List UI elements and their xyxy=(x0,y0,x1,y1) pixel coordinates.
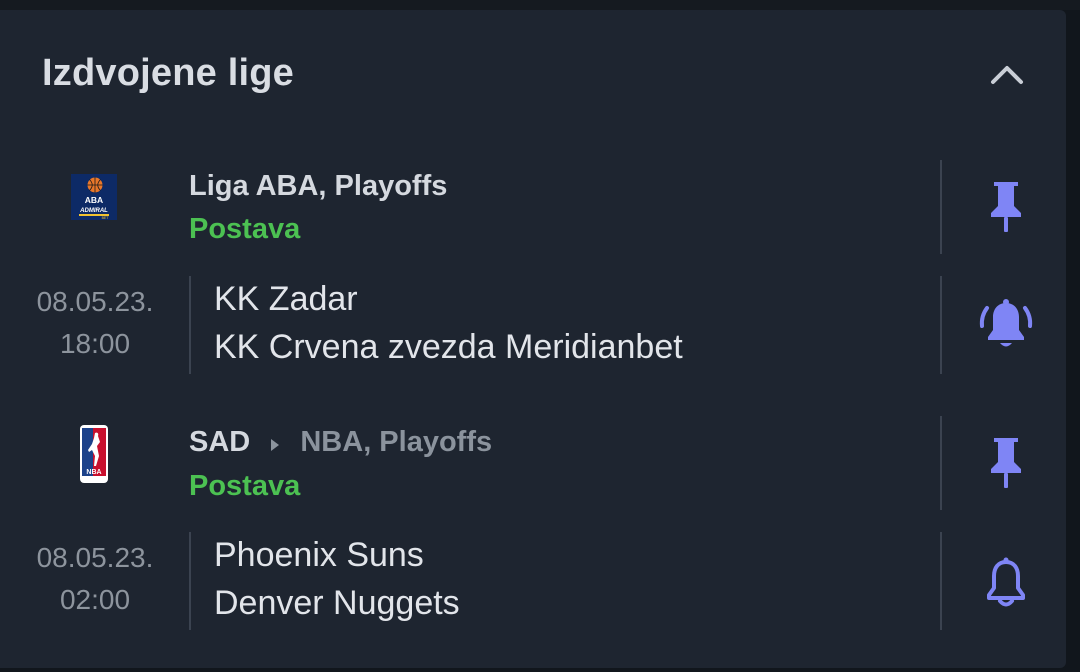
lineup-link[interactable]: Postava xyxy=(189,470,300,503)
section-title: Izdvojene lige xyxy=(42,52,294,94)
svg-text:ADMIRAL: ADMIRAL xyxy=(79,208,108,214)
league-row-nba[interactable]: NBA SAD NBA, Playoffs Postava xyxy=(0,406,1066,510)
divider xyxy=(189,276,191,374)
alert-button[interactable] xyxy=(976,552,1036,612)
collapse-button[interactable] xyxy=(984,54,1030,94)
pin-button[interactable] xyxy=(976,176,1036,236)
away-team: Denver Nuggets xyxy=(214,584,460,622)
featured-leagues-card: Izdvojene lige ABA ADMIRAL BET Liga ABA,… xyxy=(0,10,1066,668)
top-strip xyxy=(0,0,1080,10)
match-time: 02:00 xyxy=(59,584,131,615)
pin-icon xyxy=(991,182,1021,232)
home-team: Phoenix Suns xyxy=(214,536,424,574)
match-time: 18:00 xyxy=(59,328,131,359)
league-name: NBA, Playoffs xyxy=(300,426,493,458)
home-team: KK Zadar xyxy=(214,280,358,318)
divider xyxy=(940,276,942,374)
league-row-aba[interactable]: ABA ADMIRAL BET Liga ABA, Playoffs Posta… xyxy=(0,150,1066,254)
pin-button[interactable] xyxy=(976,432,1036,492)
match-row-zadar-crvena-zvezda[interactable]: 08.05.23. 18:00 KK Zadar KK Crvena zvezd… xyxy=(0,276,1066,376)
chevron-up-icon xyxy=(991,66,1023,84)
divider xyxy=(189,532,191,630)
country-name: SAD xyxy=(189,426,251,458)
match-date: 08.05.23. xyxy=(36,542,154,573)
match-row-suns-nuggets[interactable]: 08.05.23. 02:00 Phoenix Suns Denver Nugg… xyxy=(0,532,1066,632)
bell-ringing-icon xyxy=(979,299,1033,347)
svg-text:NBA: NBA xyxy=(86,469,101,476)
divider xyxy=(940,532,942,630)
divider xyxy=(940,416,942,510)
aba-league-logo: ABA ADMIRAL BET xyxy=(64,167,124,227)
svg-text:BET: BET xyxy=(102,216,110,220)
league-name: Liga ABA, Playoffs xyxy=(189,170,448,202)
breadcrumb-arrow-icon xyxy=(270,427,280,460)
svg-text:ABA: ABA xyxy=(85,195,103,205)
divider xyxy=(940,160,942,254)
pin-icon xyxy=(991,438,1021,488)
section-header[interactable]: Izdvojene lige xyxy=(0,10,1066,132)
alert-button[interactable] xyxy=(976,295,1036,355)
nba-logo: NBA xyxy=(64,424,124,484)
bell-icon xyxy=(987,557,1025,607)
away-team: KK Crvena zvezda Meridianbet xyxy=(214,328,683,366)
league-path: SAD NBA, Playoffs xyxy=(189,426,492,460)
match-date: 08.05.23. xyxy=(36,286,154,317)
lineup-link[interactable]: Postava xyxy=(189,213,300,246)
